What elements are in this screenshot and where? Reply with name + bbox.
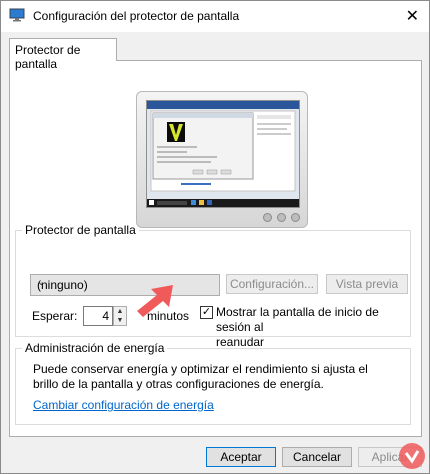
- wait-minutes-input[interactable]: 4: [83, 306, 113, 326]
- monitor-power-light-icon: [291, 213, 300, 222]
- logon-label-line1: Mostrar la pantalla de inicio de sesión …: [216, 305, 379, 334]
- checkmark-icon: ✓: [201, 306, 212, 318]
- monitor-button-icon: [277, 213, 286, 222]
- change-power-settings-link[interactable]: Cambiar configuración de energía: [33, 398, 214, 412]
- screensaver-group-label: Protector de pantalla: [25, 223, 136, 237]
- logon-screen-checkbox[interactable]: ✓: [200, 306, 213, 319]
- wait-minutes-spinner[interactable]: ▲ ▼: [113, 306, 127, 326]
- cancel-button[interactable]: Cancelar: [282, 447, 352, 467]
- spin-up-icon[interactable]: ▲: [114, 307, 126, 316]
- power-description-line2: brillo de la pantalla y otras configurac…: [33, 377, 324, 391]
- close-icon[interactable]: ✕: [406, 6, 419, 26]
- preview-button[interactable]: Vista previa: [326, 274, 408, 294]
- wait-label: Esperar:: [32, 309, 78, 323]
- spin-down-icon[interactable]: ▼: [114, 316, 126, 325]
- annotation-arrow-icon: [137, 285, 173, 317]
- chevron-down-icon: ⌄: [37, 277, 46, 288]
- monitor-button-icon: [263, 213, 272, 222]
- screensaver-select[interactable]: (ninguno) ⌄: [30, 274, 220, 296]
- desktop-preview-image: [147, 101, 299, 207]
- power-description: Puede conservar energía y optimizar el r…: [33, 362, 403, 392]
- power-group-label: Administración de energía: [25, 341, 165, 355]
- tab-label: Protector de pantalla: [15, 43, 81, 71]
- tab-screensaver[interactable]: Protector de pantalla: [9, 38, 117, 71]
- power-description-line1: Puede conservar energía y optimizar el r…: [33, 362, 368, 376]
- settings-button[interactable]: Configuración...: [226, 274, 318, 294]
- title-bar: Configuración del protector de pantalla …: [1, 1, 429, 32]
- window-title: Configuración del protector de pantalla: [33, 9, 240, 23]
- preview-screen: [146, 100, 300, 208]
- monitor-icon: [9, 8, 25, 22]
- monitor-preview: [136, 91, 308, 228]
- site-logo-icon: [399, 443, 425, 469]
- accept-button[interactable]: Aceptar: [206, 447, 276, 467]
- screensaver-settings-dialog: Configuración del protector de pantalla …: [0, 0, 430, 474]
